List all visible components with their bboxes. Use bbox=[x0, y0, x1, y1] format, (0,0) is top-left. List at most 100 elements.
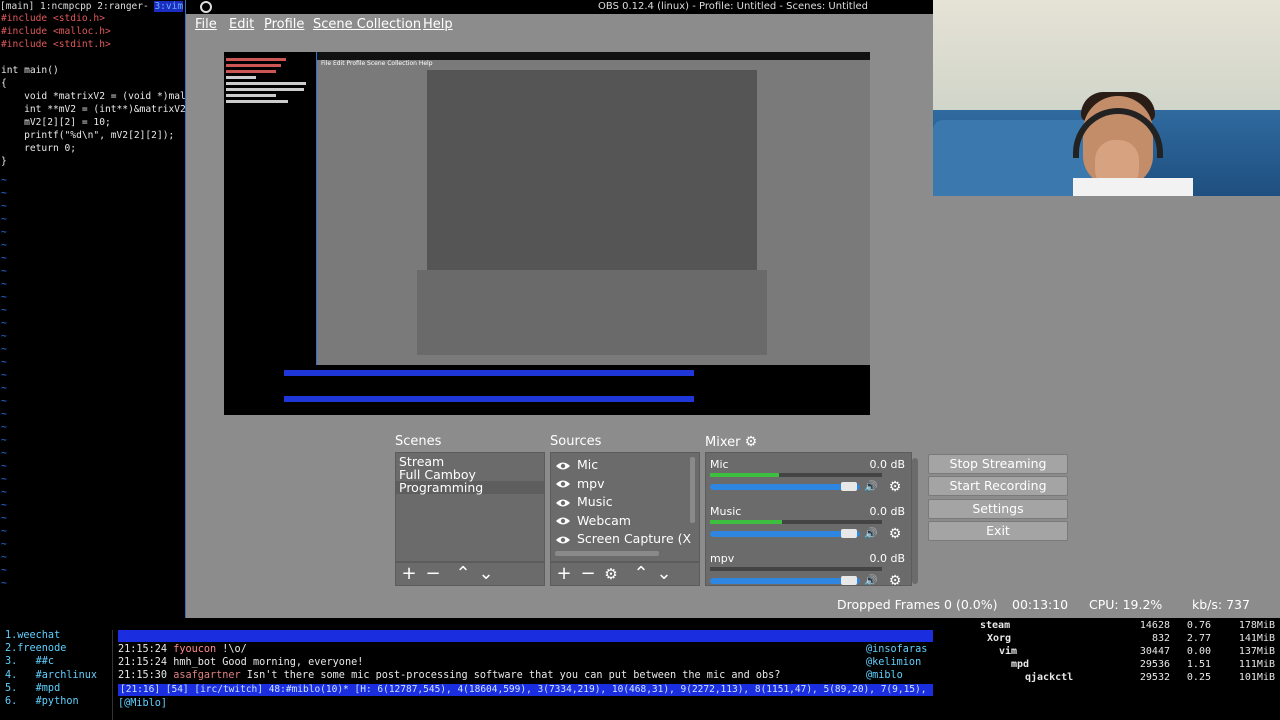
process-cpu: 2.77 bbox=[1186, 633, 1211, 644]
volume-meter bbox=[710, 567, 882, 571]
mixer-channel-name: Music bbox=[710, 505, 742, 518]
remove-source-button[interactable]: − bbox=[578, 563, 598, 585]
volume-slider[interactable] bbox=[710, 484, 860, 490]
speaker-icon[interactable]: 🔊 bbox=[864, 480, 878, 494]
vim-terminal[interactable]: [main] 1:ncmpcpp 2:ranger- 3:vim #includ… bbox=[0, 0, 186, 620]
chat-time: 21:15:24 bbox=[118, 644, 174, 655]
process-name: vim bbox=[999, 646, 1018, 657]
source-up-button[interactable]: ⌃ bbox=[631, 563, 651, 585]
nick-item[interactable]: @kelimion bbox=[866, 657, 921, 668]
mixer-scrollbar[interactable] bbox=[912, 458, 918, 584]
buffer-item[interactable]: 5. #mpd bbox=[5, 683, 60, 694]
buffer-item[interactable]: 2.freenode bbox=[5, 643, 66, 654]
volume-meter-fill bbox=[710, 520, 783, 524]
mixer-channel-db: 0.0 dB bbox=[869, 552, 905, 565]
process-cpu: 1.51 bbox=[1186, 659, 1211, 670]
tilde-line: ~ bbox=[1, 409, 7, 420]
scenes-list[interactable]: Stream Full Camboy Programming bbox=[395, 452, 545, 562]
chat-nick[interactable]: asafgartner bbox=[173, 670, 240, 681]
volume-slider-handle[interactable] bbox=[841, 529, 857, 538]
visibility-eye-icon[interactable] bbox=[555, 498, 571, 508]
sources-h-scrollbar[interactable] bbox=[555, 551, 659, 556]
tilde-line: ~ bbox=[1, 396, 7, 407]
window-title: OBS 0.12.4 (linux) - Profile: Untitled -… bbox=[598, 1, 868, 12]
menu-help[interactable]: Help bbox=[423, 17, 453, 32]
tilde-line: ~ bbox=[1, 435, 7, 446]
source-item[interactable]: Webcam bbox=[555, 512, 631, 530]
source-item[interactable]: Music bbox=[555, 493, 613, 511]
weechat-status-bar: [21:16] [54] [irc/twitch] 48:#miblo(10)*… bbox=[118, 684, 933, 696]
speaker-icon[interactable]: 🔊 bbox=[864, 527, 878, 541]
mixer-panel: Mic 0.0 dB 🔊 ⚙ Music 0.0 dB 🔊 ⚙ mpv 0.0 dB 🔊 ⚙ bbox=[705, 452, 912, 586]
scene-item[interactable]: Programming bbox=[396, 481, 544, 494]
sources-toolbar: + − ⚙ ⌃ ⌄ bbox=[550, 562, 700, 586]
add-scene-button[interactable]: + bbox=[399, 563, 419, 585]
menu-file[interactable]: File bbox=[195, 17, 217, 32]
tilde-line: ~ bbox=[1, 500, 7, 511]
menu-scene-collection[interactable]: Scene Collection bbox=[313, 17, 421, 32]
sources-scrollbar[interactable] bbox=[690, 457, 695, 523]
chat-line: 21:15:24 hmh_bot Good morning, everyone! bbox=[118, 657, 363, 668]
weechat-input[interactable]: [@Miblo] bbox=[118, 698, 167, 709]
buffer-item[interactable]: 3. ##c bbox=[5, 656, 54, 667]
nested-preview bbox=[427, 70, 757, 270]
buffer-item[interactable]: 1.weechat bbox=[5, 630, 60, 641]
speaker-icon[interactable]: 🔊 bbox=[864, 574, 878, 585]
menu-edit[interactable]: Edit bbox=[229, 17, 254, 32]
visibility-eye-icon[interactable] bbox=[555, 479, 571, 489]
tilde-line: ~ bbox=[1, 448, 7, 459]
source-properties-gear-icon[interactable]: ⚙ bbox=[601, 563, 621, 585]
code-line: #include <stdint.h> bbox=[1, 39, 111, 50]
code-line: mV2[2][2] = 10; bbox=[1, 117, 111, 128]
tilde-line: ~ bbox=[1, 383, 7, 394]
process-pid: 30447 bbox=[1139, 646, 1170, 657]
exit-button[interactable]: Exit bbox=[928, 521, 1068, 541]
sources-list[interactable]: Mic mpv Music Webcam Screen Capture (X bbox=[550, 452, 700, 562]
buffer-item[interactable]: 4. #archlinux bbox=[5, 670, 97, 681]
source-item[interactable]: Mic bbox=[555, 456, 598, 474]
volume-meter bbox=[710, 473, 882, 477]
visibility-eye-icon[interactable] bbox=[555, 461, 571, 471]
tilde-line: ~ bbox=[1, 513, 7, 524]
channel-gear-icon[interactable]: ⚙ bbox=[888, 574, 902, 585]
stop-streaming-button[interactable]: Stop Streaming bbox=[928, 454, 1068, 474]
tmux-active-window[interactable]: 3:vim bbox=[154, 1, 184, 12]
process-cpu: 0.25 bbox=[1186, 672, 1211, 683]
tilde-line: ~ bbox=[1, 253, 7, 264]
source-item[interactable]: mpv bbox=[555, 475, 605, 493]
mixer-gear-icon[interactable]: ⚙ bbox=[745, 434, 758, 450]
source-item[interactable]: Screen Capture (X bbox=[555, 530, 691, 548]
tilde-line: ~ bbox=[1, 526, 7, 537]
vim-code[interactable]: #include <stdio.h> #include <malloc.h> #in… bbox=[1, 12, 186, 168]
scene-down-button[interactable]: ⌄ bbox=[476, 563, 496, 585]
channel-gear-icon[interactable]: ⚙ bbox=[888, 527, 902, 541]
chat-nick[interactable]: fyoucon bbox=[173, 644, 216, 655]
buffer-item[interactable]: 6. #python bbox=[5, 696, 79, 707]
volume-slider-handle[interactable] bbox=[841, 482, 857, 491]
chat-nick[interactable]: hmh_bot bbox=[173, 657, 216, 668]
visibility-eye-icon[interactable] bbox=[555, 516, 571, 526]
menu-profile[interactable]: Profile bbox=[264, 17, 304, 32]
channel-gear-icon[interactable]: ⚙ bbox=[888, 480, 902, 494]
preview-canvas[interactable]: File Edit Profile Scene Collection Help bbox=[224, 52, 870, 415]
settings-button[interactable]: Settings bbox=[928, 499, 1068, 519]
visibility-eye-icon[interactable] bbox=[555, 535, 571, 545]
tilde-line: ~ bbox=[1, 578, 7, 589]
scene-up-button[interactable]: ⌃ bbox=[453, 563, 473, 585]
add-source-button[interactable]: + bbox=[554, 563, 574, 585]
tilde-line: ~ bbox=[1, 487, 7, 498]
process-pid: 29532 bbox=[1139, 672, 1170, 683]
volume-slider-handle[interactable] bbox=[841, 576, 857, 585]
code-line: #include <malloc.h> bbox=[1, 26, 111, 37]
source-down-button[interactable]: ⌄ bbox=[654, 563, 674, 585]
remove-scene-button[interactable]: − bbox=[423, 563, 443, 585]
volume-slider[interactable] bbox=[710, 578, 860, 584]
nick-item[interactable]: @miblo bbox=[866, 670, 903, 681]
nick-item[interactable]: @insofaras bbox=[866, 644, 927, 655]
tilde-line: ~ bbox=[1, 279, 7, 290]
start-recording-button[interactable]: Start Recording bbox=[928, 476, 1068, 496]
tilde-line: ~ bbox=[1, 214, 7, 225]
process-name: mpd bbox=[1011, 659, 1030, 670]
mixer-channel-db: 0.0 dB bbox=[869, 505, 905, 518]
volume-slider[interactable] bbox=[710, 531, 860, 537]
